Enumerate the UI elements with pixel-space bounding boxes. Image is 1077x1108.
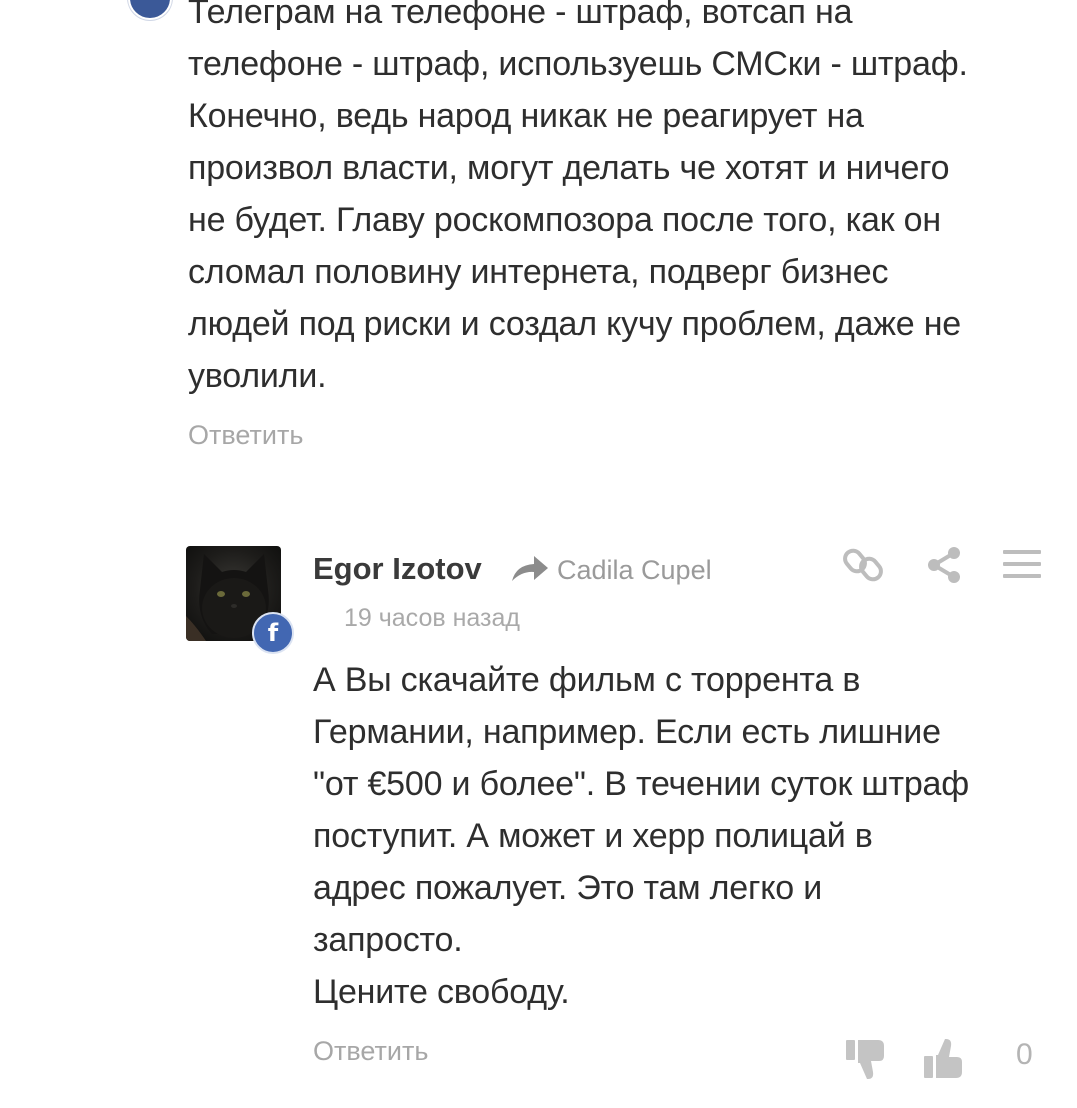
vote-score: 0 [1016,1038,1033,1071]
share-icon[interactable] [924,544,966,591]
reply-button[interactable]: Ответить [188,420,303,451]
menu-icon[interactable] [1001,544,1043,591]
comment-line: Германии, например. Если есть лишние [313,713,941,751]
comment-line: уволили. [188,357,327,395]
comment-line: А Вы скачайте фильм с торрента в [313,661,861,699]
comment-line: людей под риски и создал кучу проблем, д… [188,305,962,343]
thumbs-up-icon[interactable] [922,1036,966,1087]
comment-line: "от €500 и более". В течении суток штраф [313,765,970,803]
comment-line: Конечно, ведь народ никак не реагирует н… [188,97,864,135]
comment-line: Цените свободу. [313,973,570,1011]
reply-to-author[interactable]: Cadila Cupel [557,555,712,586]
reply-button[interactable]: Ответить [313,1036,428,1067]
facebook-icon [128,0,172,20]
comment-line: запросто. [313,921,463,959]
comment-timestamp: 19 часов назад [344,604,520,632]
comment-line: не будет. Главу роскомпозора после того,… [188,201,941,239]
comment-line: сломал половину интернета, подверг бизне… [188,253,889,291]
comment-line: поступит. А может и херр полицай в [313,817,873,855]
reply-arrow-icon [510,553,550,588]
comment-line: Телеграм на телефоне - штраф, вотсап на [188,0,853,31]
comment-line: адрес пожалует. Это там легко и [313,869,822,907]
comment-text: Телеграм на телефоне - штраф, вотсап на … [188,0,968,402]
comment-line: произвол власти, могут делать че хотят и… [188,149,950,187]
thumbs-down-icon[interactable] [844,1036,888,1087]
facebook-icon: f [252,612,294,654]
link-icon[interactable] [843,544,885,591]
comment-line: телефоне - штраф, используешь СМСки - шт… [188,45,968,83]
author-name[interactable]: Egor Izotov [313,551,482,587]
comment-text: А Вы скачайте фильм с торрента в Германи… [313,654,969,1018]
